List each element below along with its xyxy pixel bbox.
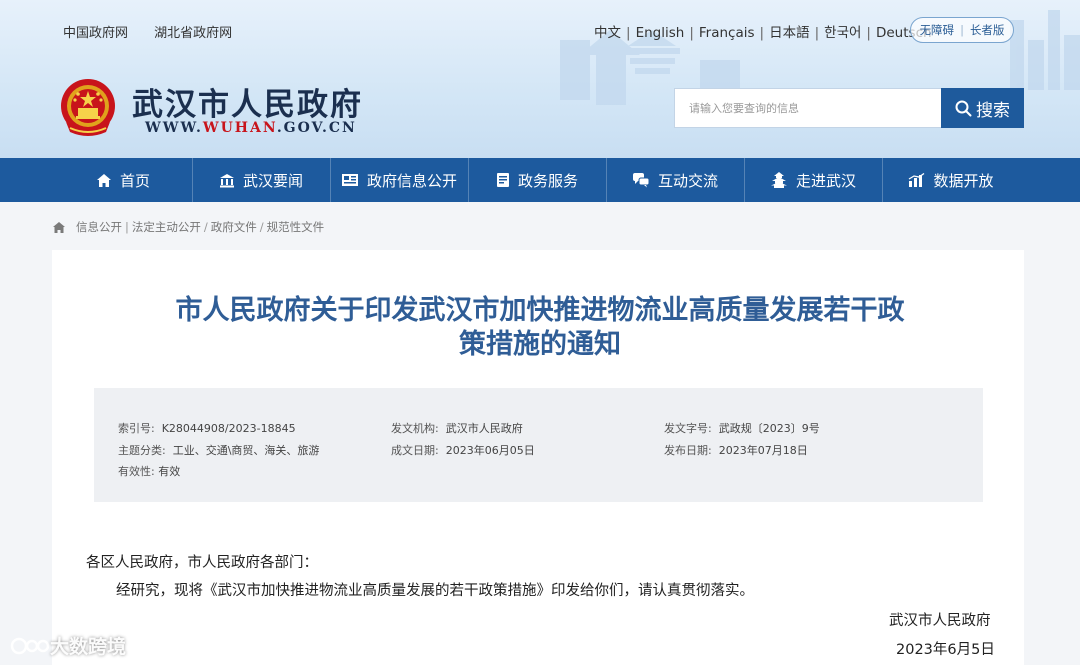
building-icon [219,173,234,187]
meta-index: 索引号: K28044908/2023-18845 [118,422,296,435]
nav-label: 政务服务 [517,171,578,190]
watermark-text: 大数跨境 [50,636,127,658]
site-title[interactable]: 武汉市人民政府 [132,79,363,124]
breadcrumb-item[interactable]: 信息公开 [76,219,122,235]
top-link-gov-cn[interactable]: 中国政府网 [63,26,128,41]
signature: 武汉市人民政府 [889,613,991,629]
watermark-logo-icon [10,637,50,654]
meta-topic: 主题分类: 工业、交通\商贸、海关、旅游 [118,444,320,457]
elderly-mode-link[interactable]: 长者版 [970,22,1005,38]
meta-docno: 发文字号: 武政规〔2023〕9号 [664,422,820,435]
search-button-label: 搜索 [976,100,1010,121]
meta-validity: 有效性: 有效 [118,465,181,478]
top-link-hubei[interactable]: 湖北省政府网 [154,26,232,41]
accessibility-toggle: 无障碍 | 长者版 [910,17,1014,43]
meta-published: 发布日期: 2023年07月18日 [664,444,808,457]
nav-item-services[interactable]: 政务服务 [468,158,606,202]
home-icon [96,173,111,187]
breadcrumb: 信息公开 | 法定主动公开 / 政府文件 / 规范性文件 [52,219,324,235]
search-icon [955,100,972,116]
salutation: 各区人民政府，市人民政府各部门： [86,555,318,571]
meta-created: 成文日期: 2023年06月05日 [391,444,535,457]
search-input[interactable] [689,101,928,115]
top-links: 中国政府网 湖北省政府网 [63,22,254,41]
meta-issuer: 发文机构: 武汉市人民政府 [391,422,523,435]
lang-ko[interactable]: 한국어 [824,25,861,41]
breadcrumb-item[interactable]: 法定主动公开 [132,219,201,235]
nav-item-home[interactable]: 首页 [54,158,192,202]
nav-item-about-wuhan[interactable]: 走进武汉 [744,158,882,202]
pagoda-icon [770,172,787,188]
chat-icon [632,173,650,188]
main-nav: 首页 武汉要闻 政府信息公开 政务服务 互动交流 走进武汉 数据开放 [0,158,1080,202]
document-title-line2: 策措施的通知 [459,329,621,360]
document-title: 市人民政府关于印发武汉市加快推进物流业高质量发展若干政 策措施的通知 [0,294,1080,362]
search-field [674,88,942,128]
nav-label: 走进武汉 [795,171,856,190]
accessible-mode-link[interactable]: 无障碍 [920,22,955,38]
nav-item-interaction[interactable]: 互动交流 [606,158,744,202]
search-button[interactable]: 搜索 [941,88,1024,128]
lang-ja[interactable]: 日本語 [769,25,810,41]
document-meta: 索引号: K28044908/2023-18845 发文机构: 武汉市人民政府 … [94,388,983,502]
document-icon [496,173,509,187]
lang-en[interactable]: English [636,25,685,41]
nav-item-info-disclosure[interactable]: 政府信息公开 [330,158,468,202]
watermark: 大数跨境 [10,632,126,659]
body-paragraph: 经研究，现将《武汉市加快推进物流业高质量发展的若干政策措施》印发给你们，请认真贯… [116,583,754,599]
nav-label: 数据开放 [933,171,994,190]
chart-icon [909,172,925,187]
document-date: 2023年6月5日 [896,642,995,658]
nav-label: 互动交流 [657,171,718,190]
national-emblem-icon [61,79,115,136]
nav-item-news[interactable]: 武汉要闻 [192,158,330,202]
language-switcher: 中文 | English | Français | 日本語 | 한국어 | Deutsch [594,25,932,41]
nav-item-open-data[interactable]: 数据开放 [882,158,1020,202]
breadcrumb-item[interactable]: 政府文件 [211,219,257,235]
site-header: 中国政府网 湖北省政府网 中文 | English | Français | 日本語 | 한국어… [0,0,1080,158]
breadcrumb-item[interactable]: 规范性文件 [267,219,325,235]
nav-label: 首页 [119,171,150,190]
lang-fr[interactable]: Français [699,25,755,41]
lang-zh[interactable]: 中文 [594,25,621,41]
nav-label: 政府信息公开 [366,171,457,190]
nav-label: 武汉要闻 [242,171,303,190]
document-title-line1: 市人民政府关于印发武汉市加快推进物流业高质量发展若干政 [175,295,905,326]
home-icon[interactable] [52,221,66,234]
site-url: WWW.WUHAN.GOV.CN [145,120,357,136]
newspaper-icon [341,174,358,186]
